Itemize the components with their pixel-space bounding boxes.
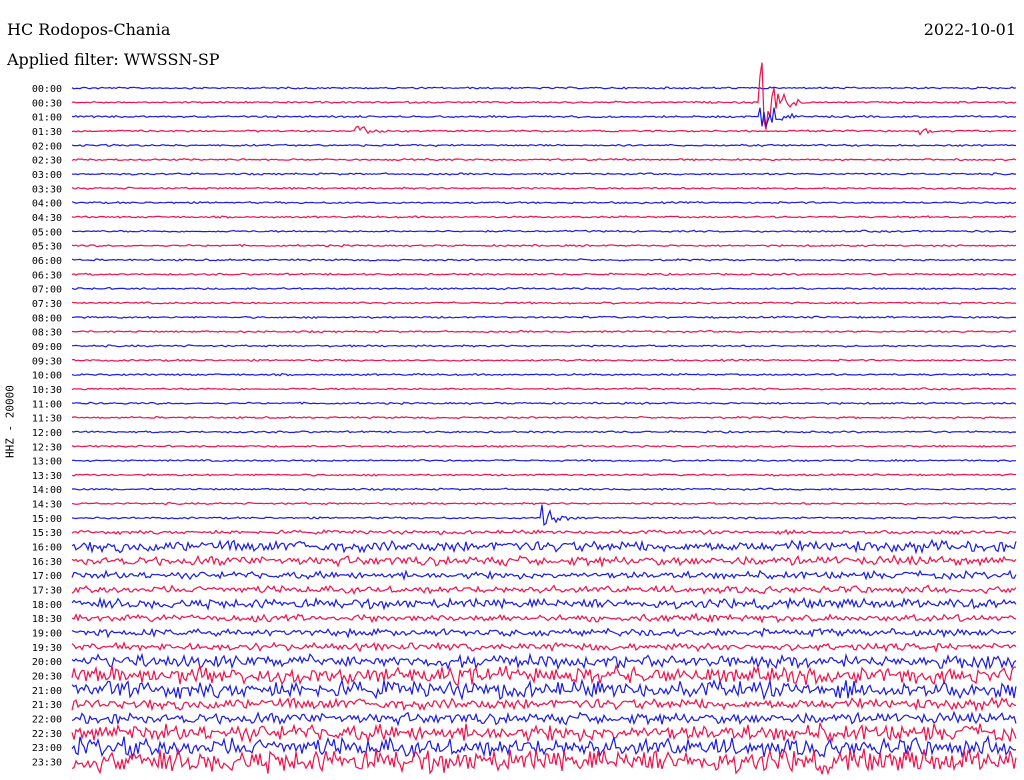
trace-line xyxy=(71,229,1017,234)
row-label: 00:30 xyxy=(32,98,62,109)
seismogram-plot: 00:00 00:30 01:00 01:30 02:00 02:30 03:00 03:30… xyxy=(32,62,1017,776)
trace-line xyxy=(71,258,1017,262)
row-label: 10:30 xyxy=(32,385,62,396)
row-label: 17:00 xyxy=(32,571,62,582)
trace-line xyxy=(71,504,1017,526)
trace-line xyxy=(71,734,1017,759)
row-label: 08:30 xyxy=(32,328,62,339)
row-label: 06:30 xyxy=(32,270,62,281)
row-label: 04:00 xyxy=(32,199,62,210)
row-label: 20:00 xyxy=(32,657,62,668)
row-label: 21:30 xyxy=(32,700,62,711)
trace-line xyxy=(71,401,1017,406)
trace-line xyxy=(71,696,1017,713)
row-label: 12:00 xyxy=(32,428,62,439)
trace-line xyxy=(71,473,1017,477)
trace-line xyxy=(71,286,1017,291)
row-label: 23:00 xyxy=(32,743,62,754)
trace-line xyxy=(71,538,1017,555)
trace-line xyxy=(71,554,1017,569)
trace-line xyxy=(71,301,1017,305)
trace-line xyxy=(71,107,1017,127)
trace-line xyxy=(71,62,1017,130)
row-label: 22:00 xyxy=(32,715,62,726)
row-label: 07:30 xyxy=(32,299,62,310)
row-label: 15:30 xyxy=(32,528,62,539)
row-label: 19:30 xyxy=(32,643,62,654)
trace-line xyxy=(71,272,1016,277)
row-label: 16:30 xyxy=(32,557,62,568)
row-labels: 00:00 00:30 01:00 01:30 02:00 02:30 03:00 03:30… xyxy=(32,84,62,769)
row-label: 04:30 xyxy=(32,213,62,224)
trace-line xyxy=(71,569,1017,581)
row-label: 05:30 xyxy=(32,242,62,253)
trace-line xyxy=(71,458,1017,463)
row-label: 02:30 xyxy=(32,156,62,167)
trace-line xyxy=(71,584,1017,596)
trace-line xyxy=(71,387,1017,391)
row-label: 07:00 xyxy=(32,285,62,296)
trace-line xyxy=(72,344,1017,348)
trace-line xyxy=(71,664,1017,686)
trace-line xyxy=(71,315,1017,320)
trace-line xyxy=(71,329,1017,334)
row-label: 09:00 xyxy=(32,342,62,353)
traces xyxy=(71,62,1017,776)
row-label: 11:00 xyxy=(32,399,62,410)
trace-line xyxy=(71,710,1017,727)
row-label: 08:00 xyxy=(32,313,62,324)
row-label: 10:00 xyxy=(32,371,62,382)
trace-line xyxy=(71,501,1017,506)
row-label: 18:00 xyxy=(32,600,62,611)
trace-line xyxy=(71,430,1017,434)
trace-line xyxy=(71,627,1016,639)
row-label: 19:00 xyxy=(32,629,62,640)
trace-line xyxy=(71,722,1017,744)
trace-line xyxy=(71,215,1016,219)
row-label: 03:30 xyxy=(32,184,62,195)
row-label: 12:30 xyxy=(32,442,62,453)
trace-line xyxy=(71,612,1017,624)
row-label: 21:00 xyxy=(32,686,62,697)
trace-line xyxy=(71,358,1017,363)
row-label: 16:00 xyxy=(32,543,62,554)
trace-line xyxy=(71,678,1017,701)
row-label: 18:30 xyxy=(32,614,62,625)
trace-line xyxy=(71,487,1017,491)
trace-line xyxy=(71,172,1016,176)
row-label: 13:30 xyxy=(32,471,62,482)
row-label: 14:30 xyxy=(32,500,62,511)
trace-line xyxy=(71,243,1017,248)
row-label: 03:00 xyxy=(32,170,62,181)
row-label: 13:00 xyxy=(32,457,62,468)
row-label: 20:30 xyxy=(32,672,62,683)
row-label: 06:00 xyxy=(32,256,62,267)
row-label: 14:00 xyxy=(32,485,62,496)
row-label: 00:00 xyxy=(32,84,62,95)
row-label: 01:30 xyxy=(32,127,62,138)
trace-line xyxy=(71,125,1017,136)
row-label: 23:30 xyxy=(32,758,62,769)
trace-line xyxy=(71,444,1017,449)
row-label: 22:30 xyxy=(32,729,62,740)
row-label: 01:00 xyxy=(32,113,62,124)
trace-line xyxy=(71,200,1017,205)
trace-line xyxy=(71,641,1017,654)
row-label: 17:30 xyxy=(32,586,62,597)
row-label: 05:00 xyxy=(32,227,62,238)
trace-line xyxy=(71,86,1017,90)
trace-line xyxy=(71,652,1017,671)
trace-line xyxy=(71,415,1017,420)
trace-line xyxy=(71,143,1017,148)
row-label: 15:00 xyxy=(32,514,62,525)
trace-line xyxy=(71,596,1017,611)
trace-line xyxy=(71,372,1017,377)
row-label: 02:00 xyxy=(32,141,62,152)
trace-line xyxy=(71,529,1016,536)
row-label: 11:30 xyxy=(32,414,62,425)
trace-line xyxy=(71,157,1017,162)
row-label: 09:30 xyxy=(32,356,62,367)
trace-line xyxy=(71,186,1017,191)
